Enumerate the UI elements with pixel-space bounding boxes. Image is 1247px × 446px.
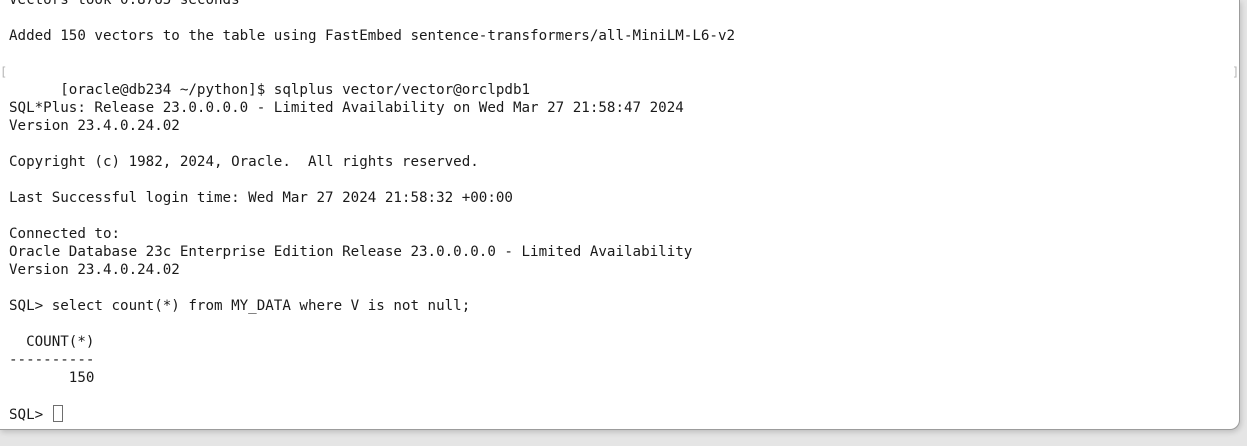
output-line: Last Successful login time: Wed Mar 27 2… bbox=[9, 190, 513, 206]
output-line: Copyright (c) 1982, 2024, Oracle. All ri… bbox=[9, 154, 479, 170]
shell-command-line: [ [oracle@db234 ~/python]$ sqlplus vector… bbox=[0, 63, 1240, 98]
mark-bracket-right: ] bbox=[1232, 65, 1240, 79]
terminal-window[interactable]: Vectors took 0.8765 seconds Added 150 ve… bbox=[0, 0, 1240, 430]
mark-bracket-left: [ bbox=[0, 65, 8, 79]
output-line: Vectors took 0.8765 seconds bbox=[9, 0, 240, 8]
current-prompt-line[interactable]: SQL> bbox=[9, 405, 1239, 423]
result-value: 150 bbox=[9, 370, 95, 386]
terminal-output: Vectors took 0.8765 seconds Added 150 ve… bbox=[0, 0, 1240, 423]
result-separator: ---------- bbox=[9, 352, 95, 368]
output-line: Version 23.4.0.24.02 bbox=[9, 118, 180, 134]
output-line: Added 150 vectors to the table using Fas… bbox=[9, 28, 736, 44]
sql-query-line: SQL> select count(*) from MY_DATA where … bbox=[9, 298, 471, 314]
text-cursor[interactable] bbox=[52, 405, 63, 422]
output-line: Oracle Database 23c Enterprise Edition R… bbox=[9, 244, 693, 260]
result-column-header: COUNT(*) bbox=[9, 334, 95, 350]
sql-prompt: SQL> bbox=[9, 407, 52, 423]
output-line: SQL*Plus: Release 23.0.0.0.0 - Limited A… bbox=[9, 100, 684, 116]
output-line: Version 23.4.0.24.02 bbox=[9, 262, 180, 278]
output-line: Connected to: bbox=[9, 226, 121, 242]
shell-command-text: [oracle@db234 ~/python]$ sqlplus vector/… bbox=[60, 82, 531, 98]
